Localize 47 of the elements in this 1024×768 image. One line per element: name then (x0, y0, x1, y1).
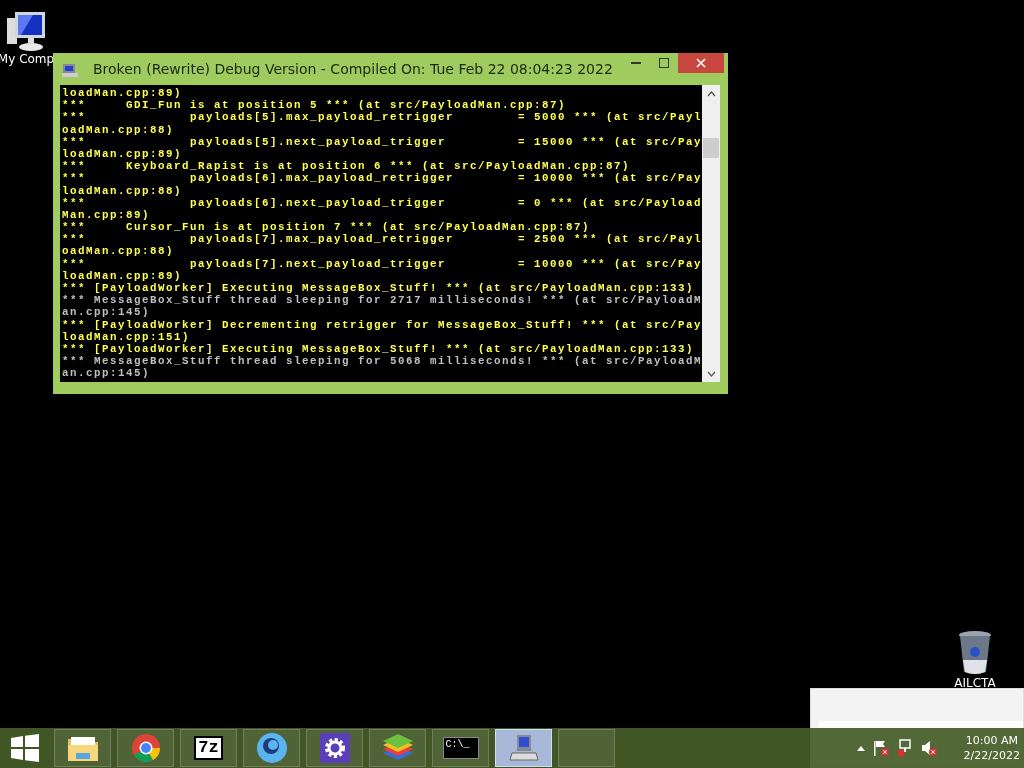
scroll-up-icon[interactable] (706, 90, 716, 97)
window-title: Broken (Rewrite) Debug Version - Compiled On: Tue Feb 22 08:04:23 2022 (93, 61, 613, 77)
console-line: an.cpp:145) (62, 367, 150, 380)
console-line: *** Keyboard_Rapist is at position 6 *** (at src/PayloadMan.cpp:87) (62, 160, 630, 173)
up-arrow-icon[interactable] (855, 744, 866, 752)
speaker-icon[interactable] (919, 739, 938, 757)
flag-icon[interactable] (871, 739, 890, 757)
console-line: *** payloads[7].max_payload_retrigger = 2500 *** (at src/Payl (62, 233, 702, 246)
console-line: loadMan.cpp:151) (62, 330, 190, 343)
console-line: *** payloads[5].next_payload_trigger = 15000 *** (at src/Pay (62, 135, 702, 148)
scroll-down-icon[interactable] (706, 370, 716, 377)
taskbar-button[interactable]: C:\_ (432, 729, 489, 767)
console-line: loadMan.cpp:89) (62, 87, 182, 100)
console-line: *** [PayloadWorker] Decrementing retrigger for MessageBox_Stuff! *** (at src/Pay (62, 318, 702, 331)
console-line: loadMan.cpp:88) (62, 184, 182, 197)
console-line: loadMan.cpp:89) (62, 269, 182, 282)
taskbar-button[interactable]: 7z (180, 729, 237, 767)
scroll-thumb[interactable] (703, 138, 719, 158)
console-line: *** [PayloadWorker] Executing MessageBox_Stuff! *** (at src/PayloadMan.cpp:133) (62, 342, 694, 356)
console-line: *** payloads[6].next_payload_trigger = 0 *** (at src/Payload (62, 196, 702, 209)
network-icon[interactable] (895, 739, 914, 757)
console-line: *** payloads[7].next_payload_trigger = 10000 *** (at src/Pay (62, 257, 702, 270)
console-line: *** GDI_Fun is at position 5 *** (at src/PayloadMan.cpp:87) (62, 99, 566, 112)
windows-logo-icon (11, 734, 39, 762)
console-line: loadMan.cpp:89) (62, 147, 182, 161)
console-line: oadMan.cpp:88) (62, 245, 174, 258)
console-line: *** MessageBox_Stuff thread sleeping for 2717 milliseconds! *** (at src/PayloadM (62, 294, 702, 307)
ring-icon (255, 732, 288, 764)
console-line: *** payloads[5].max_payload_retrigger = 5000 *** (at src/Payl (62, 111, 702, 124)
gear-icon (319, 733, 350, 763)
maximize-icon (659, 58, 669, 68)
clock-time[interactable]: 10:00 AM (965, 733, 1018, 748)
minimize-icon (631, 62, 641, 64)
recycle-bin-icon (957, 630, 993, 676)
console-line: Man.cpp:89) (62, 208, 150, 222)
console-line: *** payloads[6].max_payload_retrigger = 10000 *** (at src/Pay (62, 172, 702, 185)
clock-date[interactable]: 2/22/2022 (963, 748, 1020, 763)
colored-ball-icon (130, 733, 161, 763)
console-line: an.cpp:145) (62, 306, 150, 319)
close-icon (696, 58, 706, 68)
console-line: oadMan.cpp:88) (62, 123, 174, 136)
console-line: *** [PayloadWorker] Executing MessageBox_Stuff! *** (at src/PayloadMan.cpp:133) (62, 282, 694, 295)
icon-label: AILCTA (954, 676, 996, 690)
console-line: *** Cursor_Fun is at position 7 *** (at src/PayloadMan.cpp:87) (62, 221, 590, 234)
computer-icon (508, 733, 539, 763)
taskbar-button[interactable] (495, 729, 552, 767)
console-line: *** MessageBox_Stuff thread sleeping for 5068 milliseconds! *** (at src/PayloadM (62, 355, 702, 368)
